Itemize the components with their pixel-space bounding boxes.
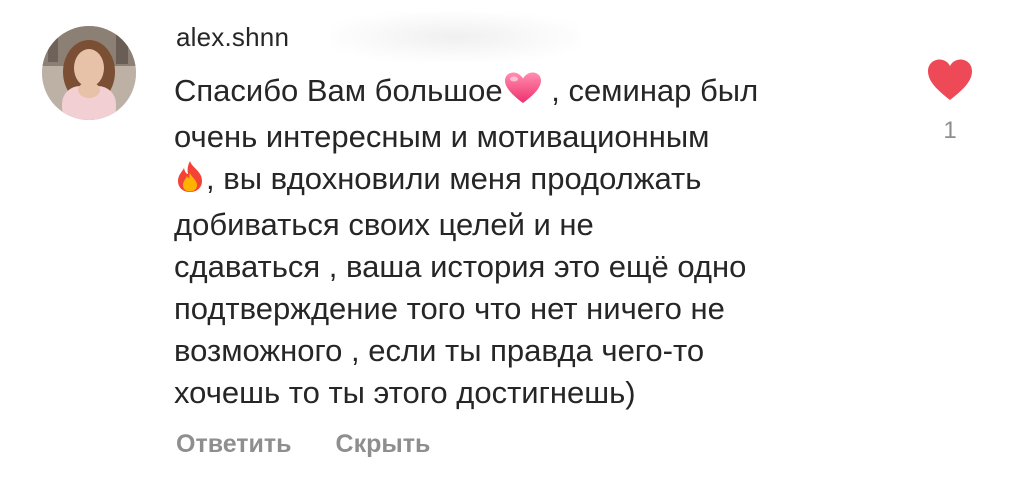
- hide-button[interactable]: Скрыть: [336, 430, 431, 459]
- heart-emoji-icon: [503, 71, 543, 116]
- avatar-image: [42, 26, 136, 120]
- comment-actions: Ответить Скрыть: [176, 430, 430, 459]
- comment: alex.shnn Спасибо Вам большое , семинар …: [0, 0, 1024, 489]
- blurred-region: [330, 12, 580, 62]
- reply-button[interactable]: Ответить: [176, 430, 292, 459]
- fire-emoji-icon: [174, 159, 206, 204]
- comment-line: сдаваться , ваша история это ещё одно: [174, 249, 747, 284]
- comment-text: Спасибо Вам большое , семинар был очень …: [174, 70, 894, 414]
- username[interactable]: alex.shnn: [176, 22, 289, 53]
- comment-line: добиваться своих целей и не: [174, 207, 594, 242]
- like-count: 1: [943, 117, 957, 144]
- comment-line: возможного , если ты правда чего-то: [174, 333, 705, 368]
- comment-line: Спасибо Вам большое , семинар был: [174, 70, 894, 116]
- like-button[interactable]: [926, 58, 974, 102]
- heart-icon: [928, 59, 972, 100]
- comment-line: , вы вдохновили меня продолжать: [174, 158, 894, 204]
- comment-line: хочешь то ты этого достигнешь): [174, 375, 636, 410]
- avatar[interactable]: [42, 26, 136, 120]
- comment-line: очень интересным и мотивационным: [174, 119, 710, 154]
- comment-line: подтверждение того что нет ничего не: [174, 291, 725, 326]
